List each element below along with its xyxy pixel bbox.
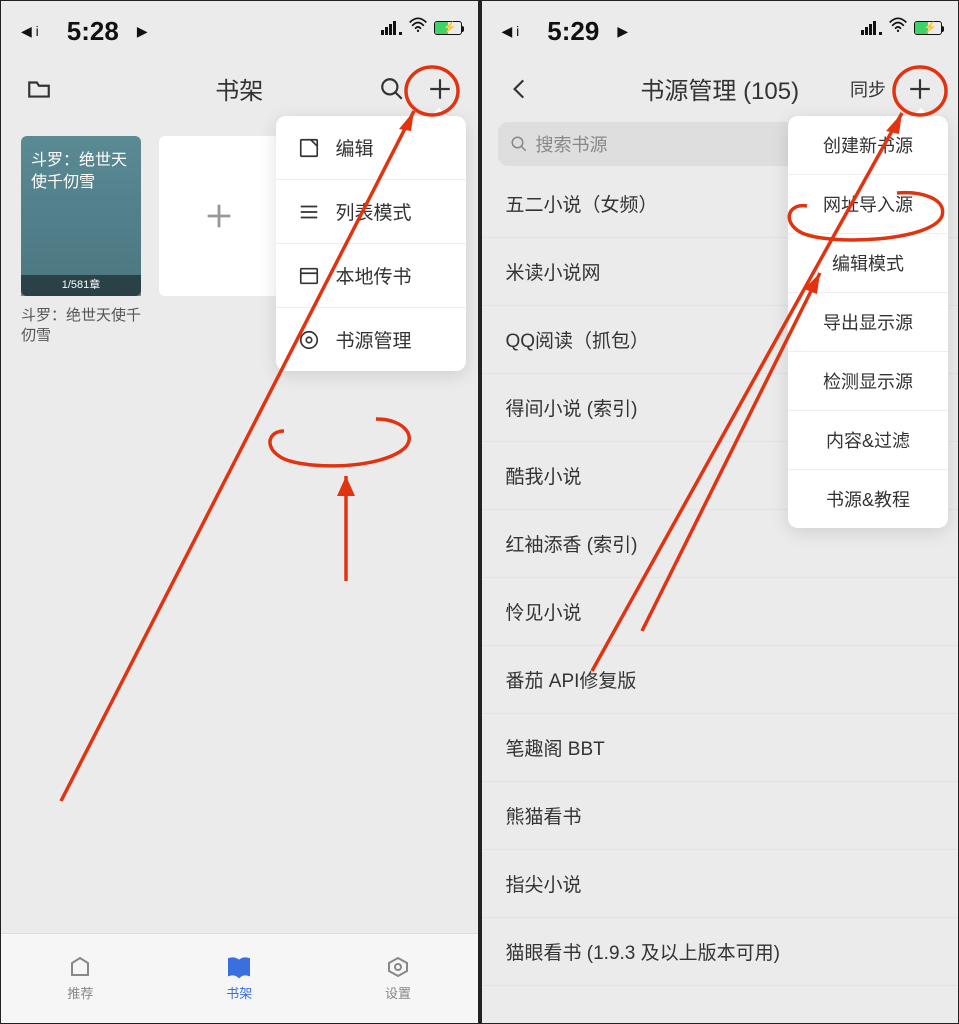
tab-recommend[interactable]: 推荐 bbox=[66, 955, 94, 1002]
folder-icon[interactable] bbox=[25, 75, 53, 103]
cellular-icon bbox=[381, 21, 402, 35]
menu-item-list-mode[interactable]: 列表模式 bbox=[276, 179, 466, 243]
book-cover-title: 斗罗：绝世天使千仞雪 bbox=[31, 150, 131, 195]
back-breadcrumb-icon: ◀ i bbox=[21, 23, 39, 40]
menu-item-check[interactable]: 检测显示源 bbox=[788, 351, 948, 410]
battery-icon: ⚡ bbox=[914, 21, 942, 35]
tab-settings[interactable]: 设置 bbox=[384, 955, 412, 1002]
menu-item-tutorial[interactable]: 书源&教程 bbox=[788, 469, 948, 528]
source-item[interactable]: 笔趣阁 BBT bbox=[482, 714, 959, 782]
left-screenshot: ◀ i 5:28 ▶ ⚡ 书架 bbox=[0, 0, 479, 1024]
book-title: 斗罗：绝世天使千仞雪 bbox=[21, 306, 141, 347]
plus-icon[interactable] bbox=[426, 75, 454, 103]
source-item[interactable]: 熊猫看书 bbox=[482, 782, 959, 850]
header-bar: 书源管理 (105) 同步 bbox=[482, 61, 959, 116]
menu-item-edit[interactable]: 编辑 bbox=[276, 116, 466, 179]
back-breadcrumb-icon: ◀ i bbox=[502, 23, 520, 40]
add-book-button[interactable] bbox=[159, 136, 279, 296]
fwd-breadcrumb-icon: ▶ bbox=[137, 23, 148, 40]
book-progress: 1/581章 bbox=[21, 275, 141, 296]
menu-item-import-url[interactable]: 网址导入源 bbox=[788, 174, 948, 233]
menu-item-local-upload[interactable]: 本地传书 bbox=[276, 243, 466, 307]
wifi-icon bbox=[888, 17, 908, 38]
menu-item-edit-mode[interactable]: 编辑模式 bbox=[788, 233, 948, 292]
wifi-icon bbox=[408, 17, 428, 38]
status-bar: ◀ i 5:29 ▶ ⚡ bbox=[482, 1, 959, 61]
plus-icon[interactable] bbox=[906, 75, 934, 103]
menu-item-export[interactable]: 导出显示源 bbox=[788, 292, 948, 351]
battery-icon: ⚡ bbox=[434, 21, 462, 35]
status-bar: ◀ i 5:28 ▶ ⚡ bbox=[1, 1, 478, 61]
header-bar: 书架 bbox=[1, 61, 478, 116]
plus-dropdown-menu: 创建新书源 网址导入源 编辑模式 导出显示源 检测显示源 内容&过滤 书源&教程 bbox=[788, 116, 948, 528]
status-time: 5:28 bbox=[67, 16, 119, 47]
sync-button[interactable]: 同步 bbox=[850, 76, 886, 102]
search-icon[interactable] bbox=[378, 75, 406, 103]
fwd-breadcrumb-icon: ▶ bbox=[617, 23, 628, 40]
source-item[interactable]: 猫眼看书 (1.9.3 及以上版本可用) bbox=[482, 918, 959, 986]
page-title: 书源管理 (105) bbox=[640, 71, 799, 106]
menu-item-content-filter[interactable]: 内容&过滤 bbox=[788, 410, 948, 469]
book-item[interactable]: 斗罗：绝世天使千仞雪 1/581章 斗罗：绝世天使千仞雪 bbox=[21, 136, 141, 347]
bottom-tab-bar: 推荐 书架 设置 bbox=[1, 933, 478, 1023]
source-item[interactable]: 指尖小说 bbox=[482, 850, 959, 918]
cellular-icon bbox=[861, 21, 882, 35]
menu-item-source-manage[interactable]: 书源管理 bbox=[276, 307, 466, 371]
source-item[interactable]: 怜见小说 bbox=[482, 578, 959, 646]
source-item[interactable]: 番茄 API修复版 bbox=[482, 646, 959, 714]
right-screenshot: ◀ i 5:29 ▶ ⚡ 书源管理 (105) 同步 bbox=[479, 0, 959, 1024]
page-title: 书架 bbox=[215, 71, 263, 106]
tab-bookshelf[interactable]: 书架 bbox=[225, 955, 253, 1002]
plus-dropdown-menu: 编辑 列表模式 本地传书 书源管理 bbox=[276, 116, 466, 371]
search-placeholder: 搜索书源 bbox=[536, 131, 608, 157]
status-time: 5:29 bbox=[547, 16, 599, 47]
menu-item-create-source[interactable]: 创建新书源 bbox=[788, 116, 948, 174]
back-button[interactable] bbox=[506, 75, 534, 103]
